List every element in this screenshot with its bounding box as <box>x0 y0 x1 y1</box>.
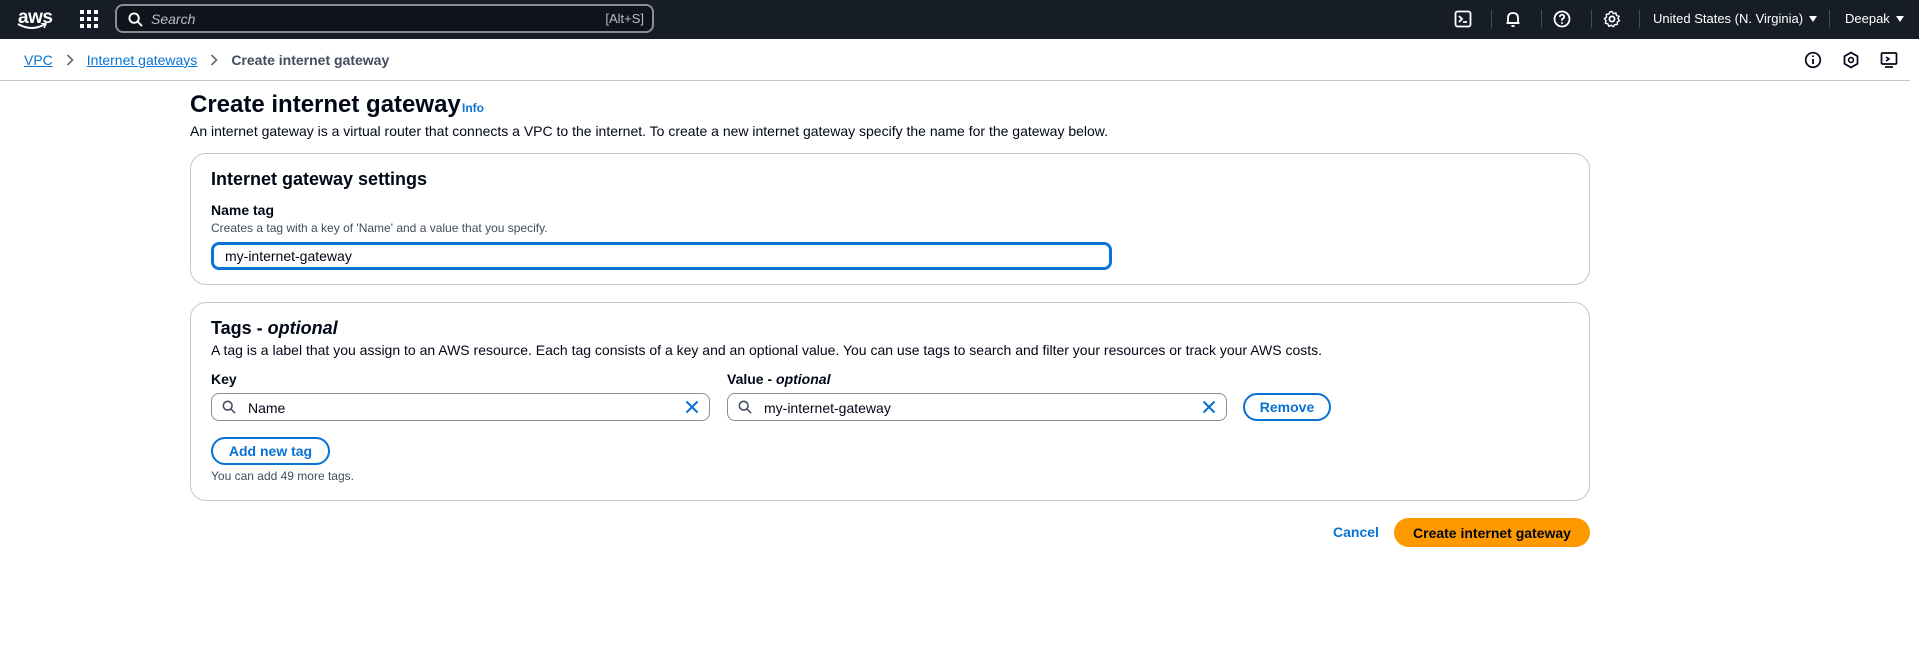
tag-value-value: my-internet-gateway <box>764 400 891 416</box>
breadcrumb: VPC Internet gateways Create internet ga… <box>24 52 389 68</box>
name-tag-description: Creates a tag with a key of 'Name' and a… <box>211 221 548 235</box>
search-icon <box>222 400 236 414</box>
breadcrumb-vpc[interactable]: VPC <box>24 52 53 68</box>
breadcrumb-internet-gateways[interactable]: Internet gateways <box>87 52 198 68</box>
search-icon <box>738 400 752 414</box>
tag-value-label-text: Value - <box>727 371 777 387</box>
add-new-tag-button[interactable]: Add new tag <box>211 437 330 465</box>
breadcrumb-bar: VPC Internet gateways Create internet ga… <box>0 39 1910 81</box>
nav-divider <box>1829 10 1830 28</box>
nav-divider <box>1639 10 1640 28</box>
tutorial-panel-icon[interactable] <box>1880 51 1898 69</box>
tag-key-input[interactable]: Name <box>211 393 710 421</box>
name-tag-label: Name tag <box>211 202 275 218</box>
nav-divider <box>1541 10 1542 28</box>
breadcrumb-current: Create internet gateway <box>231 52 390 68</box>
region-selector[interactable]: United States (N. Virginia) <box>1653 11 1818 26</box>
chevron-right-icon <box>66 54 74 66</box>
tags-panel: Tags - optional A tag is a label that yo… <box>190 302 1590 501</box>
notifications-bell-icon[interactable] <box>1503 9 1523 29</box>
settings-gear-icon[interactable] <box>1602 9 1622 29</box>
scrollbar-track[interactable] <box>1910 39 1919 664</box>
search-input[interactable] <box>151 8 551 29</box>
tag-key-label: Key <box>211 371 237 387</box>
user-name: Deepak <box>1845 11 1890 26</box>
tag-value-label: Value - optional <box>727 371 830 387</box>
tags-panel-title: Tags - optional <box>211 318 338 339</box>
info-link[interactable]: Info <box>462 101 484 115</box>
aws-logo[interactable]: aws <box>16 5 53 33</box>
nav-divider <box>1591 10 1592 28</box>
caret-down-icon <box>1809 15 1818 22</box>
clear-x-icon[interactable] <box>1202 400 1216 414</box>
global-search[interactable]: [Alt+S] <box>115 4 654 33</box>
name-tag-value: my-internet-gateway <box>225 248 352 264</box>
search-icon <box>128 12 143 27</box>
page-description: An internet gateway is a virtual router … <box>190 123 1109 139</box>
internet-gateway-settings-panel: Internet gateway settings Name tag Creat… <box>190 153 1590 285</box>
search-shortcut-hint: [Alt+S] <box>605 11 644 26</box>
chevron-right-icon <box>210 54 218 66</box>
remove-tag-button[interactable]: Remove <box>1243 393 1331 421</box>
tag-value-input[interactable]: my-internet-gateway <box>727 393 1227 421</box>
user-menu[interactable]: Deepak <box>1845 11 1904 26</box>
page-title: Create internet gateway <box>190 91 461 118</box>
aws-smile-icon <box>17 23 47 29</box>
info-circle-icon[interactable] <box>1804 51 1822 69</box>
name-tag-input[interactable]: my-internet-gateway <box>211 242 1112 270</box>
nav-divider <box>1491 10 1492 28</box>
create-internet-gateway-button[interactable]: Create internet gateway <box>1394 518 1590 547</box>
tag-value-label-optional: optional <box>776 371 831 387</box>
clear-x-icon[interactable] <box>685 400 699 414</box>
top-navigation: aws [Alt+S] <box>0 0 1919 39</box>
tags-description: A tag is a label that you assign to an A… <box>211 342 1323 358</box>
tags-title-optional: optional <box>267 318 338 338</box>
help-icon[interactable] <box>1552 9 1572 29</box>
tag-key-value: Name <box>248 400 286 416</box>
feedback-hexagon-icon[interactable] <box>1842 51 1860 69</box>
settings-panel-title: Internet gateway settings <box>211 169 428 189</box>
caret-down-icon <box>1895 15 1904 22</box>
cancel-button[interactable]: Cancel <box>1333 524 1379 540</box>
services-grid-icon[interactable] <box>80 10 98 28</box>
cloudshell-icon[interactable] <box>1453 9 1473 29</box>
tags-remaining-hint: You can add 49 more tags. <box>211 469 354 483</box>
tags-title-text: Tags - <box>211 318 268 338</box>
region-label: United States (N. Virginia) <box>1653 11 1804 26</box>
